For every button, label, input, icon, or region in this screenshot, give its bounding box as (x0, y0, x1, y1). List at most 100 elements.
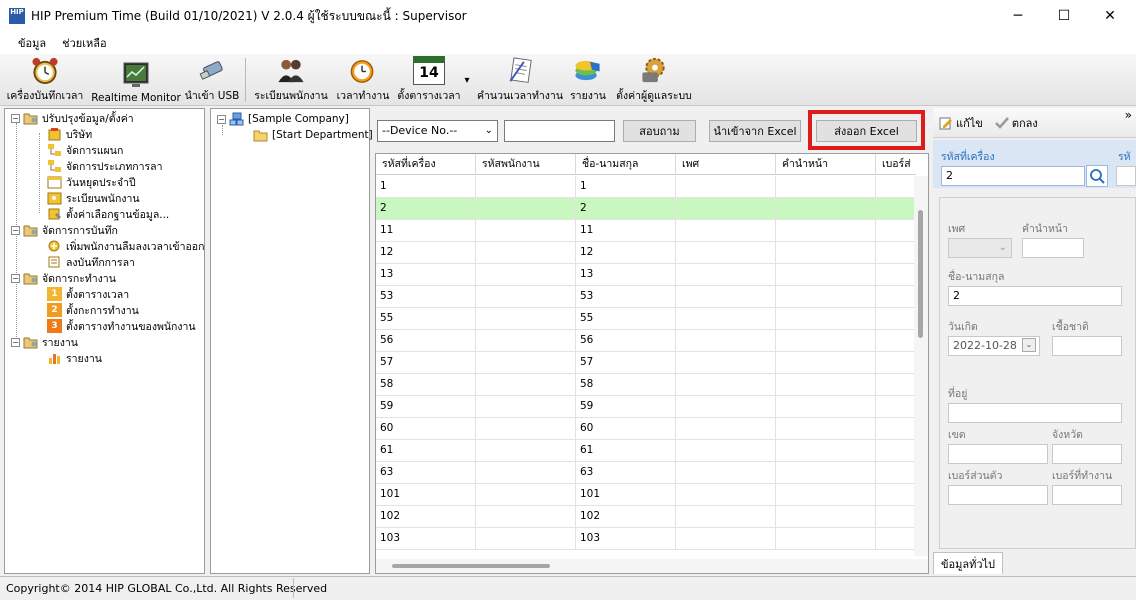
province-input[interactable] (1052, 444, 1122, 464)
toolbar-employees-button[interactable]: ระเบียนพนักงาน (252, 56, 330, 104)
table-row[interactable]: 13 13 (376, 264, 916, 286)
table-row[interactable]: 61 61 (376, 440, 916, 462)
minimize-button[interactable]: ─ (995, 0, 1041, 32)
work-phone-input[interactable] (1052, 485, 1122, 505)
column-header[interactable]: คำนำหน้า (776, 154, 876, 175)
table-cell (776, 286, 876, 307)
tree-item-set-schedule[interactable]: 1 ตั้งตารางเวลา (47, 286, 129, 302)
tree-item-record-leave[interactable]: ลงบันทึกการลา (47, 254, 135, 270)
tree-item-holiday[interactable]: วันหยุดประจำปี (47, 174, 136, 190)
tree-item-employee-schedule[interactable]: 3 ตั้งตารางทำงานของพนักงาน (47, 318, 196, 334)
table-row[interactable]: 103 103 (376, 528, 916, 550)
table-cell (476, 528, 576, 549)
nationality-input[interactable] (1052, 336, 1122, 356)
toolbar-schedule-button[interactable]: 14 ตั้งตารางเวลา (396, 56, 462, 104)
scroll-thumb[interactable] (918, 210, 923, 338)
device-code-input[interactable]: 2 (941, 166, 1085, 186)
tree-item-add-forgot-punch[interactable]: เพิ่มพนักงานลืมลงเวลาเข้าออก (47, 238, 204, 254)
toolbar-usb-button[interactable]: นำเข้า USB (185, 56, 239, 104)
tree-item-report[interactable]: รายงาน (47, 350, 102, 366)
table-row[interactable]: 11 11 (376, 220, 916, 242)
collapse-toggle[interactable]: − (11, 113, 20, 123)
schedule-dropdown-arrow[interactable]: ▾ (462, 66, 472, 86)
table-cell: 101 (376, 484, 476, 505)
toolbar-usb-label: นำเข้า USB (184, 90, 240, 102)
menu-data[interactable]: ข้อมูล (10, 34, 54, 52)
table-row[interactable]: 56 56 (376, 330, 916, 352)
collapse-toggle[interactable]: − (11, 225, 20, 235)
table-row[interactable]: 22 (376, 198, 916, 220)
tree-item-set-shift[interactable]: 2 ตั้งกะการทำงาน (47, 302, 139, 318)
table-row[interactable]: 63 63 (376, 462, 916, 484)
tree-group-records[interactable]: − จัดการการบันทึก (11, 222, 118, 238)
collapse-toggle[interactable]: − (217, 114, 226, 124)
toolbar-worktime-button[interactable]: เวลาทำงาน (334, 56, 392, 104)
table-row[interactable]: 53 53 (376, 286, 916, 308)
calendar-dropdown-icon[interactable]: ⌄ (1022, 338, 1036, 352)
toolbar-calculate-button[interactable]: คำนวนเวลาทำงาน (477, 56, 563, 104)
column-header[interactable]: เพศ (676, 154, 776, 175)
table-row[interactable]: 102 102 (376, 506, 916, 528)
title-input[interactable] (1022, 238, 1084, 258)
table-cell: 55 (376, 308, 476, 329)
table-row[interactable]: 60 60 (376, 418, 916, 440)
tree-item-database-settings[interactable]: ตั้งค่าเลือกฐานข้อมูล... (47, 206, 169, 222)
scroll-thumb[interactable] (392, 564, 550, 568)
menu-help[interactable]: ช่วยเหลือ (54, 34, 114, 52)
column-header[interactable]: รหัสที่เครื่อง (376, 154, 476, 175)
ok-button[interactable]: ตกลง (1012, 114, 1038, 132)
birthdate-picker[interactable]: 2022-10-28 ⌄ (948, 336, 1040, 356)
column-header[interactable]: เบอร์ส่ (876, 154, 916, 175)
address-input[interactable] (948, 403, 1122, 423)
fullname-input[interactable]: 2 (948, 286, 1122, 306)
tree-department-node[interactable]: [Start Department] (253, 127, 373, 143)
toolbar-realtime-button[interactable]: Realtime Monitor (91, 56, 181, 104)
table-row[interactable]: 55 55 (376, 308, 916, 330)
personal-phone-input[interactable] (948, 485, 1048, 505)
tree-group-shifts[interactable]: − จัดการกะทำงาน (11, 270, 116, 286)
employee-code-input[interactable] (1116, 166, 1136, 186)
tree-item-company[interactable]: บริษัท (47, 126, 92, 142)
query-button[interactable]: สอบถาม (623, 120, 696, 142)
horizontal-scrollbar[interactable] (376, 559, 928, 573)
tab-general-info[interactable]: ข้อมูลทั่วไป (933, 552, 1003, 574)
table-row[interactable]: 59 59 (376, 396, 916, 418)
district-input[interactable] (948, 444, 1048, 464)
import-excel-button[interactable]: นำเข้าจาก Excel (709, 120, 801, 142)
column-header[interactable]: ชื่อ-นามสกุล (576, 154, 676, 175)
toolbar-device-button[interactable]: เครื่องบันทึกเวลา (4, 56, 86, 104)
folder-settings-icon (23, 113, 38, 125)
table-row[interactable]: 57 57 (376, 352, 916, 374)
search-input[interactable] (504, 120, 615, 142)
table-cell (776, 374, 876, 395)
toolbar-admin-button[interactable]: ตั้งค่าผู้ดูแลระบบ (612, 56, 696, 104)
tree-item-department[interactable]: จัดการแผนก (47, 142, 123, 158)
collapse-toggle[interactable]: − (11, 337, 20, 347)
table-row[interactable]: 11 (376, 176, 916, 198)
table-cell: 63 (376, 462, 476, 483)
table-row[interactable]: 12 12 (376, 242, 916, 264)
column-header[interactable]: รหัสพนักงาน (476, 154, 576, 175)
tree-company-node[interactable]: − [Sample Company] (217, 111, 349, 127)
collapse-panel-icon[interactable]: » (1125, 108, 1132, 122)
vertical-scrollbar[interactable] (914, 176, 928, 556)
tree-item-leave-type[interactable]: จัดการประเภทการลา (47, 158, 162, 174)
tree-group-label: ปรับปรุงข้อมูล/ตั้งค่า (42, 112, 134, 125)
edit-button[interactable]: แก้ไข (956, 114, 983, 132)
tree-item-label: ตั้งกะการทำงาน (66, 304, 139, 317)
maximize-button[interactable]: ☐ (1041, 0, 1087, 32)
device-number-select[interactable]: --Device No.-- ⌄ (377, 120, 498, 142)
tree-group-reports[interactable]: − รายงาน (11, 334, 78, 350)
tree-item-employee-record[interactable]: ระเบียนพนักงาน (47, 190, 140, 206)
gender-select[interactable]: ⌄ (948, 238, 1012, 258)
collapse-toggle[interactable]: − (11, 273, 20, 283)
close-button[interactable]: ✕ (1087, 0, 1133, 32)
toolbar-report-button[interactable]: รายงาน (567, 56, 609, 104)
table-row[interactable]: 58 58 (376, 374, 916, 396)
tree-group-settings[interactable]: − ปรับปรุงข้อมูล/ตั้งค่า (11, 110, 134, 126)
device-search-button[interactable] (1086, 165, 1108, 187)
detail-toolbar: แก้ไข ตกลง » (933, 108, 1136, 138)
table-row[interactable]: 101 101 (376, 484, 916, 506)
table-cell: 13 (576, 264, 676, 285)
title-bar: HIP HIP Premium Time (Build 01/10/2021) … (0, 0, 1136, 32)
